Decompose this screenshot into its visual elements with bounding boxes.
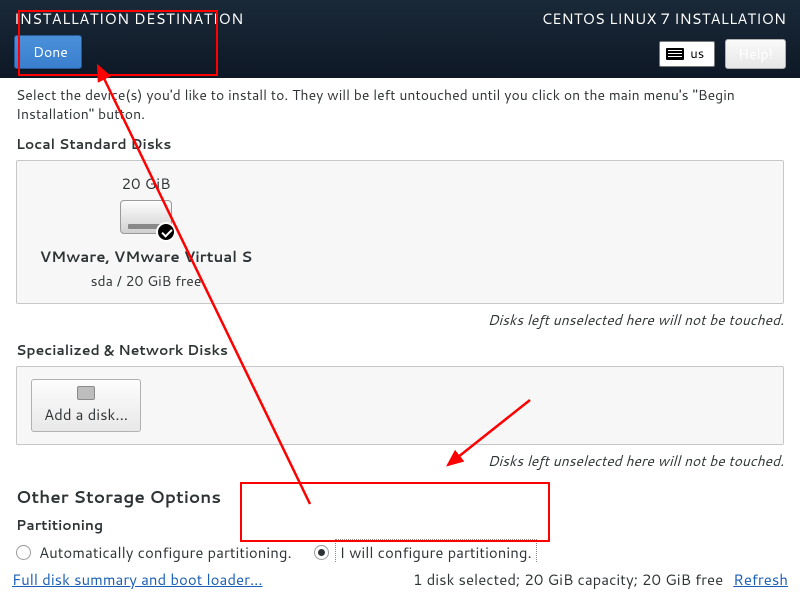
add-disk-button[interactable]: Add a disk... xyxy=(31,379,141,432)
local-disks-note: Disks left unselected here will not be t… xyxy=(16,310,784,330)
keyboard-layout-selector[interactable]: us xyxy=(659,41,715,67)
header-bar: INSTALLATION DESTINATION Done CENTOS LIN… xyxy=(0,0,800,78)
help-button[interactable]: Help! xyxy=(725,39,786,69)
footer-bar: Full disk summary and boot loader... 1 d… xyxy=(0,563,800,600)
radio-manual-label: I will configure partitioning. xyxy=(337,541,535,564)
network-disks-note: Disks left unselected here will not be t… xyxy=(16,451,784,471)
radio-auto-label: Automatically configure partitioning. xyxy=(39,542,292,563)
keyboard-layout-label: us xyxy=(690,45,704,63)
other-storage-title: Other Storage Options xyxy=(16,485,784,509)
disk-icon-wrap xyxy=(120,200,172,240)
local-disks-panel: 20 GiB VMware, VMware Virtual S sda / 20… xyxy=(16,160,784,304)
refresh-link[interactable]: Refresh xyxy=(733,569,788,590)
radio-icon-selected xyxy=(314,545,329,560)
disk-item[interactable]: 20 GiB VMware, VMware Virtual S sda / 20… xyxy=(31,173,261,291)
radio-auto-partition[interactable]: Automatically configure partitioning. xyxy=(16,542,292,563)
selected-check-icon xyxy=(156,222,176,242)
radio-icon xyxy=(16,545,31,560)
add-disk-label: Add a disk... xyxy=(44,404,128,425)
network-disks-panel: Add a disk... xyxy=(16,366,784,445)
keyboard-icon xyxy=(666,48,684,60)
disk-subtext: sda / 20 GiB free xyxy=(31,271,261,291)
footer-status: 1 disk selected; 20 GiB capacity; 20 GiB… xyxy=(413,569,723,590)
disk-size: 20 GiB xyxy=(31,173,261,194)
page-title: INSTALLATION DESTINATION xyxy=(14,8,244,29)
intro-text: Select the device(s) you'd like to insta… xyxy=(16,86,784,124)
done-button[interactable]: Done xyxy=(14,35,82,69)
local-disks-label: Local Standard Disks xyxy=(16,134,784,154)
add-disk-icon xyxy=(77,386,95,400)
full-disk-summary-link[interactable]: Full disk summary and boot loader... xyxy=(12,569,263,590)
partitioning-label: Partitioning xyxy=(16,515,784,535)
network-disks-label: Specialized & Network Disks xyxy=(16,340,784,360)
installer-brand: CENTOS LINUX 7 INSTALLATION xyxy=(542,8,786,29)
radio-manual-partition[interactable]: I will configure partitioning. xyxy=(314,541,535,564)
disk-name: VMware, VMware Virtual S xyxy=(31,246,261,267)
